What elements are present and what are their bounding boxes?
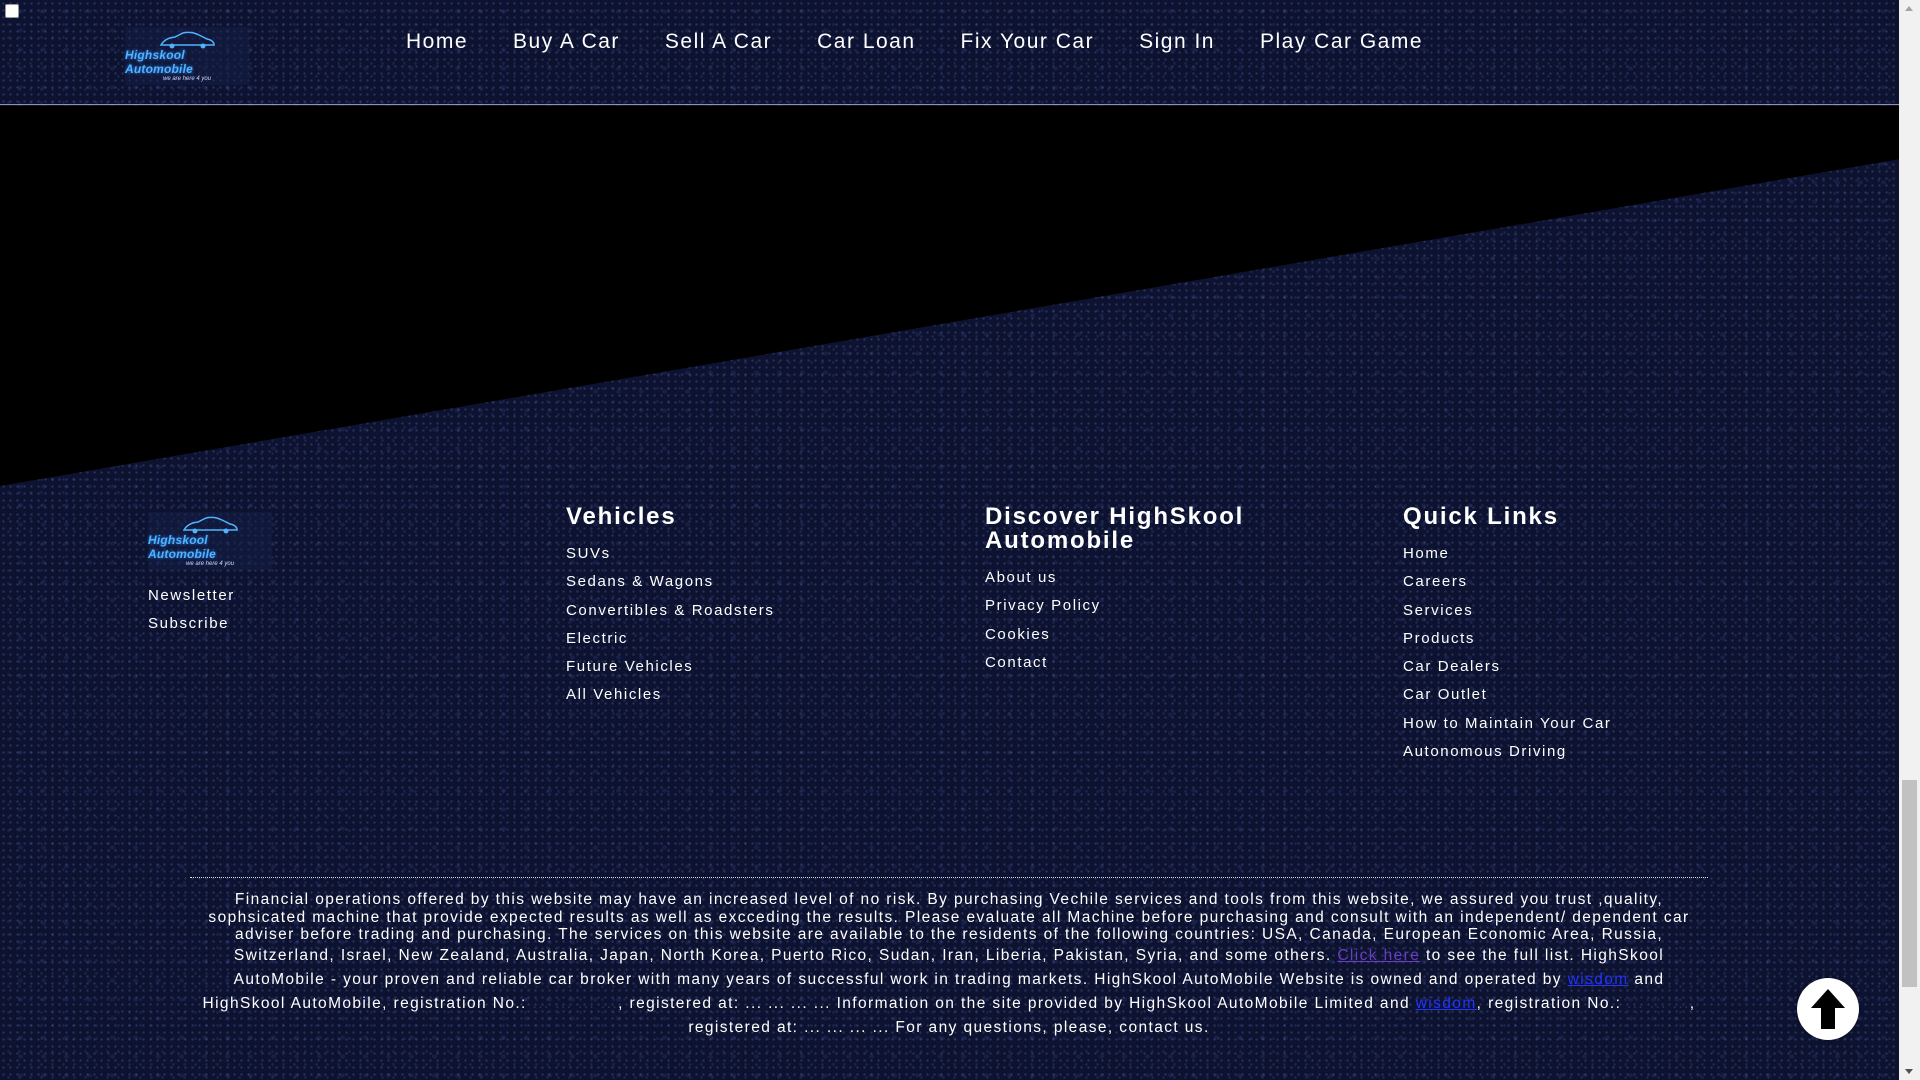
logo-text: Highskool Automobile [125, 48, 193, 76]
arrow-up-icon [1811, 989, 1845, 1029]
footer-link-contact[interactable]: Contact [985, 654, 1048, 671]
disclaimer-text-4: , registered at: ... ... ... ... Informa… [618, 994, 1410, 1012]
footer-link-maintain-car[interactable]: How to Maintain Your Car [1403, 715, 1612, 732]
footer-link-careers[interactable]: Careers [1403, 573, 1468, 590]
redacted-registration-2: ... ... ... [1627, 994, 1690, 1012]
black-diagonal-band [0, 106, 1899, 486]
quick-links-heading: Quick Links [1403, 503, 1559, 530]
footer-link-car-outlet[interactable]: Car Outlet [1403, 686, 1487, 703]
legal-disclaimer: Financial operations offered by this web… [190, 891, 1708, 1040]
click-here-link[interactable]: Click here [1337, 947, 1420, 964]
discover-heading: Discover HighSkool Automobile [985, 503, 1245, 554]
logo-tagline: we are here 4 you [162, 76, 212, 82]
vehicles-heading: Vehicles [566, 503, 677, 530]
scroll-down-arrow-icon[interactable] [1905, 1069, 1913, 1074]
footer-link-services[interactable]: Services [1403, 602, 1473, 619]
nav-sign-in[interactable]: Sign In [1139, 26, 1215, 58]
footer-link-subscribe[interactable]: Subscribe [148, 615, 229, 632]
wisdom-link-2[interactable]: wisdom [1416, 995, 1477, 1012]
footer-link-future-vehicles[interactable]: Future Vehicles [566, 658, 693, 675]
footer-link-home[interactable]: Home [1403, 545, 1449, 562]
logo-text: Highskool Automobile [148, 533, 216, 561]
footer-vehicles-column: Vehicles SUVs Sedans & Wagons Convertibl… [566, 505, 774, 710]
nav-buy-a-car[interactable]: Buy A Car [513, 26, 620, 58]
footer-link-privacy-policy[interactable]: Privacy Policy [985, 597, 1101, 614]
nav-car-loan[interactable]: Car Loan [817, 26, 915, 58]
footer-link-about-us[interactable]: About us [985, 569, 1057, 586]
footer-link-cookies[interactable]: Cookies [985, 626, 1050, 643]
scroll-to-top-button[interactable] [1797, 978, 1859, 1040]
footer-link-products[interactable]: Products [1403, 630, 1475, 647]
footer-link-all-vehicles[interactable]: All Vehicles [566, 686, 662, 703]
redacted-registration-1: ... ... ... ... [532, 994, 619, 1012]
disclaimer-text-5: , registration No.: [1476, 994, 1622, 1012]
footer-link-sedans-wagons[interactable]: Sedans & Wagons [566, 573, 714, 590]
scroll-up-arrow-icon[interactable] [1905, 6, 1913, 11]
site-header: Highskool Automobile we are here 4 you H… [0, 0, 1899, 105]
footer-link-suvs[interactable]: SUVs [566, 545, 611, 562]
wisdom-link-1[interactable]: wisdom [1568, 971, 1629, 988]
footer-link-autonomous-driving[interactable]: Autonomous Driving [1403, 743, 1567, 760]
car-icon [159, 31, 215, 49]
footer-link-convertibles-roadsters[interactable]: Convertibles & Roadsters [566, 602, 774, 619]
scrollbar-thumb[interactable] [1902, 780, 1917, 987]
nav-home[interactable]: Home [406, 26, 468, 58]
nav-fix-your-car[interactable]: Fix Your Car [961, 26, 1095, 58]
footer-discover-column: Discover HighSkool Automobile About us P… [985, 505, 1285, 677]
footer-brand-column: Newsletter Subscribe [148, 582, 235, 639]
footer-quick-links-column: Quick Links Home Careers Services Produc… [1403, 505, 1612, 766]
page-scrollbar[interactable] [1899, 0, 1920, 1080]
logo-tagline: we are here 4 you [185, 561, 235, 567]
footer-logo[interactable]: Highskool Automobile we are here 4 you [148, 512, 272, 570]
footer-link-newsletter[interactable]: Newsletter [148, 587, 235, 604]
car-icon [182, 516, 238, 534]
nav-play-car-game[interactable]: Play Car Game [1260, 26, 1423, 58]
nav-sell-a-car[interactable]: Sell A Car [665, 26, 772, 58]
footer-link-car-dealers[interactable]: Car Dealers [1403, 658, 1501, 675]
header-logo[interactable]: Highskool Automobile we are here 4 you [125, 27, 249, 85]
footer-divider [190, 877, 1708, 878]
main-nav: Home Buy A Car Sell A Car Car Loan Fix Y… [406, 26, 1468, 58]
footer-link-electric[interactable]: Electric [566, 630, 628, 647]
